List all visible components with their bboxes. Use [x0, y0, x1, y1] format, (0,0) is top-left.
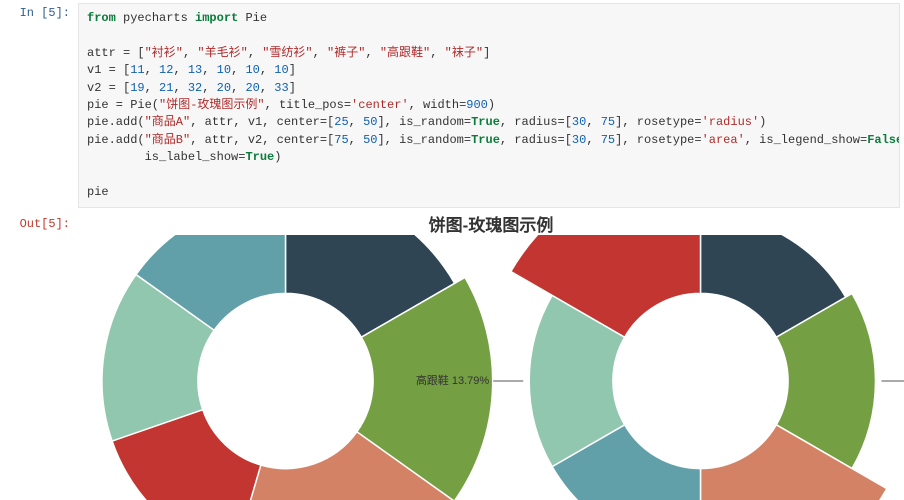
slice-label: 高跟鞋 13.79%	[416, 373, 490, 387]
input-prompt: In [5]:	[0, 0, 78, 211]
code-pie-ref: pie	[87, 185, 109, 199]
input-cell: In [5]: from pyecharts import Pie attr =…	[0, 0, 904, 211]
chart-output: 饼图-玫瑰图示例 衬衫 13.11%羊毛衫 1雪纺衫 22.07%裤子 13.7…	[78, 211, 904, 500]
output-cell: Out[5]: 饼图-玫瑰图示例 衬衫 13.11%羊毛衫 1雪纺衫 22.07…	[0, 211, 904, 500]
kw-from: from	[87, 11, 116, 25]
output-prompt: Out[5]:	[0, 211, 78, 500]
code-area[interactable]: from pyecharts import Pie attr = ["衬衫", …	[78, 3, 900, 208]
rose-charts[interactable]: 衬衫 13.11%羊毛衫 1雪纺衫 22.07%裤子 13.79%高跟鞋 13.…	[78, 235, 904, 500]
chart-title: 饼图-玫瑰图示例	[78, 211, 904, 236]
kw-import: import	[195, 11, 238, 25]
